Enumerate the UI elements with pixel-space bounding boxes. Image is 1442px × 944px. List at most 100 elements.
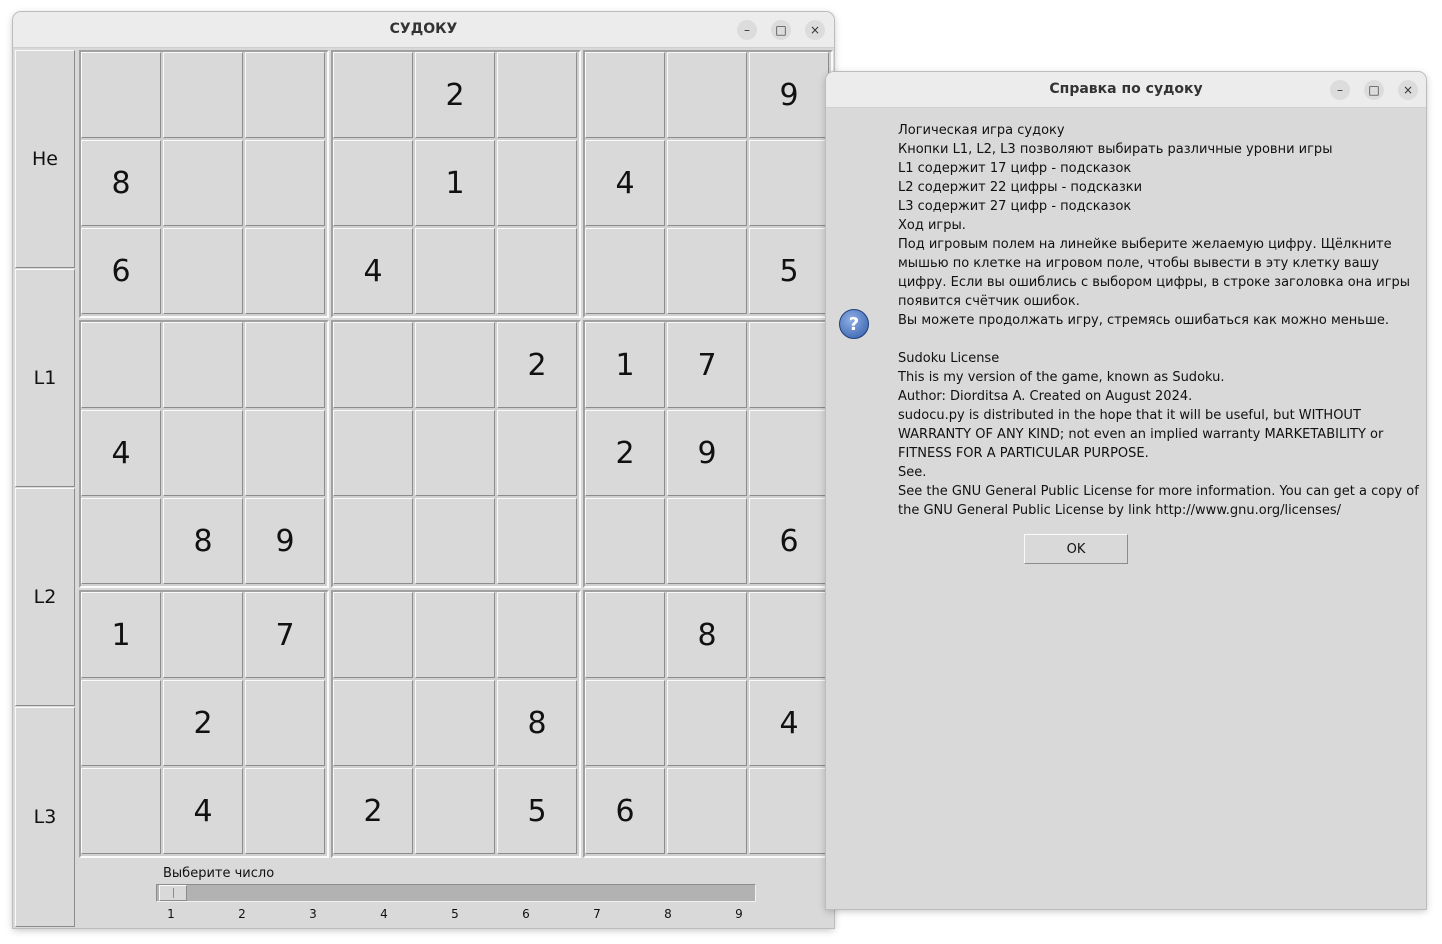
sudoku-cell[interactable]: 5 — [749, 228, 829, 314]
sudoku-cell[interactable] — [245, 680, 325, 766]
sudoku-cell[interactable] — [749, 768, 829, 854]
sudoku-cell[interactable] — [667, 498, 747, 584]
sudoku-cell[interactable] — [333, 498, 413, 584]
sudoku-cell[interactable] — [163, 52, 243, 138]
sudoku-cell[interactable]: 7 — [245, 592, 325, 678]
sudoku-cell[interactable] — [81, 768, 161, 854]
sudoku-cell[interactable] — [333, 322, 413, 408]
sudoku-cell[interactable] — [585, 52, 665, 138]
sudoku-cell[interactable] — [497, 52, 577, 138]
sudoku-cell[interactable] — [497, 592, 577, 678]
sudoku-cell[interactable]: 8 — [81, 140, 161, 226]
sudoku-cell[interactable] — [163, 228, 243, 314]
level-button-l1[interactable]: L1 — [15, 269, 75, 487]
sudoku-cell[interactable] — [585, 498, 665, 584]
close-icon[interactable]: × — [805, 20, 825, 40]
sudoku-cell[interactable] — [245, 768, 325, 854]
maximize-icon[interactable]: □ — [771, 20, 791, 40]
sudoku-cell[interactable]: 7 — [667, 322, 747, 408]
sudoku-cell[interactable] — [81, 52, 161, 138]
sudoku-cell[interactable] — [585, 680, 665, 766]
sudoku-cell[interactable]: 4 — [163, 768, 243, 854]
sudoku-cell[interactable] — [81, 498, 161, 584]
minimize-icon[interactable]: – — [737, 20, 757, 40]
minimize-icon[interactable]: – — [1330, 80, 1350, 100]
sudoku-cell[interactable]: 1 — [585, 322, 665, 408]
sudoku-cell[interactable]: 4 — [81, 410, 161, 496]
sudoku-cell[interactable] — [163, 140, 243, 226]
sudoku-cell[interactable] — [245, 52, 325, 138]
sudoku-cell[interactable] — [749, 410, 829, 496]
sudoku-cell[interactable]: 8 — [497, 680, 577, 766]
sudoku-cell[interactable]: 4 — [333, 228, 413, 314]
sudoku-titlebar[interactable]: СУДОКУ – □ × — [13, 12, 834, 48]
help-text-line: Ход игры. — [898, 218, 966, 233]
sudoku-cell[interactable] — [415, 322, 495, 408]
sudoku-cell[interactable] — [415, 592, 495, 678]
sudoku-cell[interactable] — [749, 592, 829, 678]
sudoku-cell[interactable]: 4 — [749, 680, 829, 766]
sudoku-cell[interactable] — [415, 228, 495, 314]
sudoku-cell[interactable]: 8 — [667, 592, 747, 678]
sudoku-cell[interactable] — [415, 768, 495, 854]
sudoku-cell[interactable]: 9 — [749, 52, 829, 138]
sudoku-cell[interactable]: 6 — [585, 768, 665, 854]
sudoku-cell[interactable]: 2 — [415, 52, 495, 138]
sudoku-cell[interactable] — [163, 592, 243, 678]
level-button-l2[interactable]: L2 — [15, 488, 75, 706]
sudoku-cell[interactable] — [497, 228, 577, 314]
sudoku-cell[interactable] — [245, 228, 325, 314]
sudoku-cell[interactable]: 5 — [497, 768, 577, 854]
slider-handle[interactable] — [159, 885, 187, 901]
sudoku-cell[interactable]: 1 — [81, 592, 161, 678]
sudoku-cell[interactable] — [333, 592, 413, 678]
sudoku-cell[interactable] — [333, 410, 413, 496]
sudoku-cell[interactable] — [415, 410, 495, 496]
sudoku-cell[interactable]: 9 — [667, 410, 747, 496]
sudoku-cell[interactable]: 6 — [749, 498, 829, 584]
level-button-none[interactable]: Не — [15, 50, 75, 268]
sudoku-cell[interactable] — [333, 140, 413, 226]
sudoku-cell[interactable] — [497, 410, 577, 496]
sudoku-cell[interactable] — [163, 410, 243, 496]
sudoku-cell[interactable] — [81, 680, 161, 766]
sudoku-cell[interactable] — [749, 322, 829, 408]
sudoku-cell[interactable]: 6 — [81, 228, 161, 314]
sudoku-cell[interactable] — [667, 680, 747, 766]
sudoku-cell[interactable] — [415, 680, 495, 766]
maximize-icon[interactable]: □ — [1364, 80, 1384, 100]
level-button-l3[interactable]: L3 — [15, 707, 75, 927]
slider-tick-label: 9 — [735, 907, 743, 921]
sudoku-cell[interactable] — [667, 140, 747, 226]
sudoku-cell[interactable]: 2 — [163, 680, 243, 766]
close-icon[interactable]: × — [1398, 80, 1418, 100]
sudoku-cell[interactable]: 2 — [333, 768, 413, 854]
sudoku-cell[interactable]: 2 — [585, 410, 665, 496]
sudoku-cell[interactable] — [245, 140, 325, 226]
sudoku-cell[interactable]: 2 — [497, 322, 577, 408]
sudoku-cell[interactable] — [333, 52, 413, 138]
sudoku-cell[interactable] — [497, 498, 577, 584]
number-slider[interactable] — [156, 884, 756, 902]
sudoku-block: 17296 — [583, 320, 833, 588]
sudoku-cell[interactable]: 8 — [163, 498, 243, 584]
sudoku-cell[interactable] — [81, 322, 161, 408]
help-titlebar[interactable]: Справка по судоку – □ × — [826, 72, 1426, 108]
sudoku-cell[interactable] — [497, 140, 577, 226]
sudoku-cell[interactable]: 4 — [585, 140, 665, 226]
sudoku-cell[interactable] — [333, 680, 413, 766]
sudoku-cell[interactable] — [245, 410, 325, 496]
sudoku-cell[interactable]: 9 — [245, 498, 325, 584]
sudoku-cell[interactable] — [585, 592, 665, 678]
sudoku-cell[interactable] — [245, 322, 325, 408]
sudoku-cell[interactable] — [667, 52, 747, 138]
help-text-line: Под игровым полем на линейке выберите же… — [898, 237, 1392, 252]
sudoku-cell[interactable] — [415, 498, 495, 584]
sudoku-cell[interactable]: 1 — [415, 140, 495, 226]
ok-button[interactable]: OK — [1024, 534, 1128, 564]
sudoku-cell[interactable] — [163, 322, 243, 408]
sudoku-cell[interactable] — [667, 768, 747, 854]
sudoku-cell[interactable] — [585, 228, 665, 314]
sudoku-cell[interactable] — [749, 140, 829, 226]
sudoku-cell[interactable] — [667, 228, 747, 314]
